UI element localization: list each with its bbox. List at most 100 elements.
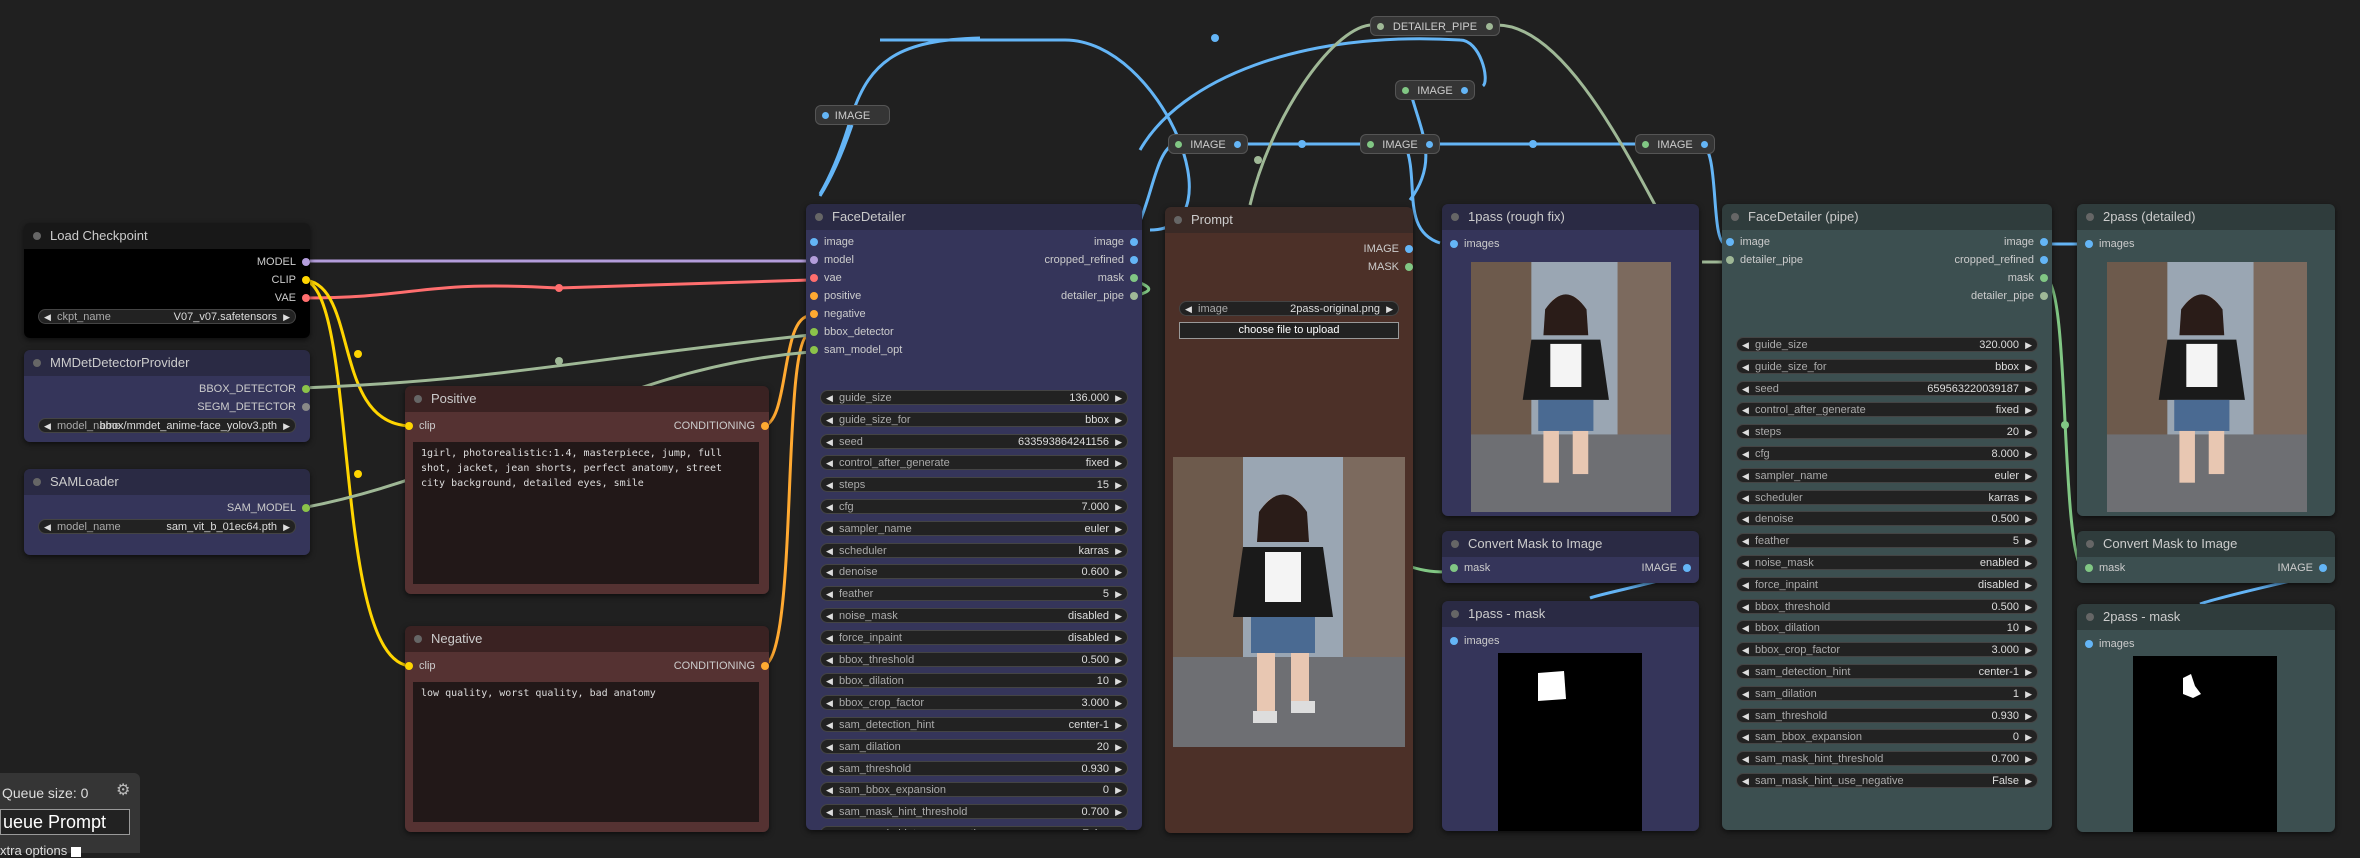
collapse-dot[interactable] — [1451, 213, 1459, 221]
node-samloader[interactable]: SAMLoader SAM_MODEL ◀ model_name sam_vit_b… — [24, 469, 310, 555]
settings-gear-icon[interactable]: ⚙ — [116, 780, 130, 800]
force-inpaint-widget[interactable]: ◀ force_inpaint disabled ▶ — [1736, 576, 2038, 592]
output-image[interactable]: IMAGE — [2213, 560, 2327, 576]
sam-mask-hint-threshold-widget[interactable]: ◀ sam_mask_hint_threshold 0.700 ▶ — [820, 804, 1128, 820]
input-image[interactable]: image — [810, 234, 964, 250]
sam-dilation-widget[interactable]: ◀ sam_dilation 1 ▶ — [1736, 685, 2038, 701]
sam-detection-hint-widget[interactable]: ◀ sam_detection_hint center-1 ▶ — [820, 717, 1128, 732]
reroute-detailer-pipe[interactable]: DETAILER_PIPE — [1370, 16, 1500, 36]
queue-prompt-button[interactable]: ueue Prompt — [0, 809, 130, 835]
collapse-dot[interactable] — [2086, 540, 2094, 548]
node-1pass-mask[interactable]: 1pass - mask images — [1442, 601, 1699, 831]
scheduler-widget[interactable]: ◀ scheduler karras ▶ — [1736, 489, 2038, 505]
bbox-crop-factor-widget[interactable]: ◀ bbox_crop_factor 3.000 ▶ — [1736, 642, 2038, 658]
sam-bbox-expansion-widget[interactable]: ◀ sam_bbox_expansion 0 ▶ — [820, 782, 1128, 798]
steps-widget[interactable]: ◀ steps 15 ▶ — [820, 477, 1128, 493]
node-prompt-load-image[interactable]: Prompt IMAGE MASK ◀ image 2pass-original.p… — [1165, 207, 1413, 833]
collapse-dot[interactable] — [1451, 610, 1459, 618]
force-inpaint-widget[interactable]: ◀ force_inpaint disabled ▶ — [820, 629, 1128, 645]
sam-mask-hint-use-negative-widget[interactable]: ◀sam_mask_hint_use_negativeFalse▶ — [820, 826, 1128, 830]
output-detailer-pipe[interactable]: detailer_pipe — [1884, 288, 2048, 304]
input-mask[interactable]: mask — [2085, 560, 2199, 576]
input-images[interactable]: images — [1450, 236, 1564, 252]
input-mask[interactable]: mask — [1450, 560, 1564, 576]
node-2pass-preview[interactable]: 2pass (detailed) images — [2077, 204, 2335, 516]
output-image[interactable]: IMAGE — [1577, 560, 1691, 576]
cfg-widget[interactable]: ◀ cfg 8.000 ▶ — [1736, 446, 2038, 461]
reroute-image-5[interactable]: IMAGE — [1635, 134, 1715, 154]
output-segm-detector[interactable]: SEGM_DETECTOR — [46, 399, 310, 415]
output-mask[interactable]: mask — [1884, 270, 2048, 286]
input-clip[interactable]: clip — [405, 418, 569, 434]
input-images[interactable]: images — [1450, 633, 1564, 649]
collapse-dot[interactable] — [815, 213, 823, 221]
input-negative[interactable]: negative — [810, 306, 964, 322]
feather-widget[interactable]: ◀ feather 5 ▶ — [1736, 533, 2038, 549]
reroute-image-1[interactable]: IMAGE — [815, 105, 890, 125]
output-mask[interactable]: mask — [974, 270, 1138, 286]
output-sam-model[interactable]: SAM_MODEL — [46, 500, 310, 516]
guide-size-widget[interactable]: ◀ guide_size 320.000 ▶ — [1736, 337, 2038, 352]
input-images[interactable]: images — [2085, 636, 2199, 652]
collapse-dot[interactable] — [33, 232, 41, 240]
scheduler-widget[interactable]: ◀ scheduler karras ▶ — [820, 542, 1128, 558]
input-image[interactable]: image — [1726, 234, 1880, 250]
bbox-dilation-widget[interactable]: ◀ bbox_dilation 10 ▶ — [820, 673, 1128, 689]
node-positive[interactable]: Positive clip CONDITIONING 1girl, photor… — [405, 386, 769, 594]
sam-bbox-expansion-widget[interactable]: ◀ sam_bbox_expansion 0 ▶ — [1736, 729, 2038, 745]
input-clip[interactable]: clip — [405, 658, 569, 674]
sam-threshold-widget[interactable]: ◀ sam_threshold 0.930 ▶ — [1736, 707, 2038, 723]
prompt-textarea[interactable]: 1girl, photorealistic:1.4, masterpiece, … — [413, 442, 759, 584]
collapse-dot[interactable] — [414, 635, 422, 643]
sam-dilation-widget[interactable]: ◀ sam_dilation 20 ▶ — [820, 738, 1128, 754]
collapse-dot[interactable] — [2086, 613, 2094, 621]
model-name-widget[interactable]: ◀ model_name sam_vit_b_01ec64.pth ▶ — [38, 519, 296, 534]
output-conditioning[interactable]: CONDITIONING — [605, 658, 769, 674]
output-image[interactable]: IMAGE — [1279, 241, 1413, 257]
input-positive[interactable]: positive — [810, 288, 964, 304]
output-clip[interactable]: CLIP — [96, 272, 310, 288]
sam-detection-hint-widget[interactable]: ◀ sam_detection_hint center-1 ▶ — [1736, 664, 2038, 679]
sampler-name-widget[interactable]: ◀ sampler_name euler ▶ — [820, 520, 1128, 536]
reroute-image-3[interactable]: IMAGE — [1168, 134, 1248, 154]
prompt-textarea[interactable]: low quality, worst quality, bad anatomy — [413, 682, 759, 822]
bbox-crop-factor-widget[interactable]: ◀ bbox_crop_factor 3.000 ▶ — [820, 695, 1128, 711]
input-bbox-detector[interactable]: bbox_detector — [810, 324, 964, 340]
node-convert-mask-2[interactable]: Convert Mask to Image mask IMAGE — [2077, 531, 2335, 583]
denoise-widget[interactable]: ◀ denoise 0.500 ▶ — [1736, 511, 2038, 527]
output-image[interactable]: image — [1884, 234, 2048, 250]
collapse-dot[interactable] — [2086, 213, 2094, 221]
node-load-checkpoint[interactable]: Load Checkpoint MODEL CLIP VAE ◀ ckpt_nam… — [24, 223, 310, 338]
reroute-image-4[interactable]: IMAGE — [1360, 134, 1440, 154]
denoise-widget[interactable]: ◀ denoise 0.600 ▶ — [820, 564, 1128, 580]
node-facedetailer[interactable]: FaceDetailer image model vae positive negati… — [806, 204, 1142, 830]
input-vae[interactable]: vae — [810, 270, 964, 286]
guide-size-for-widget[interactable]: ◀ guide_size_for bbox ▶ — [1736, 358, 2038, 374]
node-facedetailer-pipe[interactable]: FaceDetailer (pipe) image detailer_pipe im… — [1722, 204, 2052, 830]
node-convert-mask-1[interactable]: Convert Mask to Image mask IMAGE — [1442, 531, 1699, 583]
input-model[interactable]: model — [810, 252, 964, 268]
noise-mask-widget[interactable]: ◀ noise_mask enabled ▶ — [1736, 555, 2038, 570]
ckpt-name-widget[interactable]: ◀ ckpt_name V07_v07.safetensors ▶ — [38, 309, 296, 324]
feather-widget[interactable]: ◀ feather 5 ▶ — [820, 586, 1128, 602]
guide-size-for-widget[interactable]: ◀ guide_size_for bbox ▶ — [820, 411, 1128, 427]
extra-options-checkbox[interactable] — [70, 846, 81, 857]
node-mmdet-detector-provider[interactable]: MMDetDetectorProvider BBOX_DETECTOR SEGM… — [24, 350, 310, 442]
sam-threshold-widget[interactable]: ◀ sam_threshold 0.930 ▶ — [820, 760, 1128, 776]
node-negative[interactable]: Negative clip CONDITIONING low quality, … — [405, 626, 769, 832]
extra-options-label[interactable]: xtra options — [0, 843, 81, 858]
sam-mask-hint-threshold-widget[interactable]: ◀ sam_mask_hint_threshold 0.700 ▶ — [1736, 751, 2038, 767]
collapse-dot[interactable] — [33, 478, 41, 486]
model-name-widget[interactable]: ◀ model_name bbox/mmdet_anime-face_yolov3.… — [38, 418, 296, 433]
collapse-dot[interactable] — [1731, 213, 1739, 221]
collapse-dot[interactable] — [1451, 540, 1459, 548]
steps-widget[interactable]: ◀ steps 20 ▶ — [1736, 424, 2038, 440]
output-cropped-refined[interactable]: cropped_refined — [1884, 252, 2048, 268]
image-select-widget[interactable]: ◀ image 2pass-original.png ▶ — [1179, 301, 1399, 316]
node-2pass-mask[interactable]: 2pass - mask images — [2077, 604, 2335, 832]
control-after-generate-widget[interactable]: ◀ control_after_generate fixed ▶ — [820, 455, 1128, 471]
output-mask[interactable]: MASK — [1279, 259, 1413, 275]
collapse-dot[interactable] — [414, 395, 422, 403]
seed-widget[interactable]: ◀ seed 659563220039187 ▶ — [1736, 380, 2038, 396]
sam-mask-hint-use-negative-widget[interactable]: ◀sam_mask_hint_use_negativeFalse▶ — [1736, 773, 2038, 788]
